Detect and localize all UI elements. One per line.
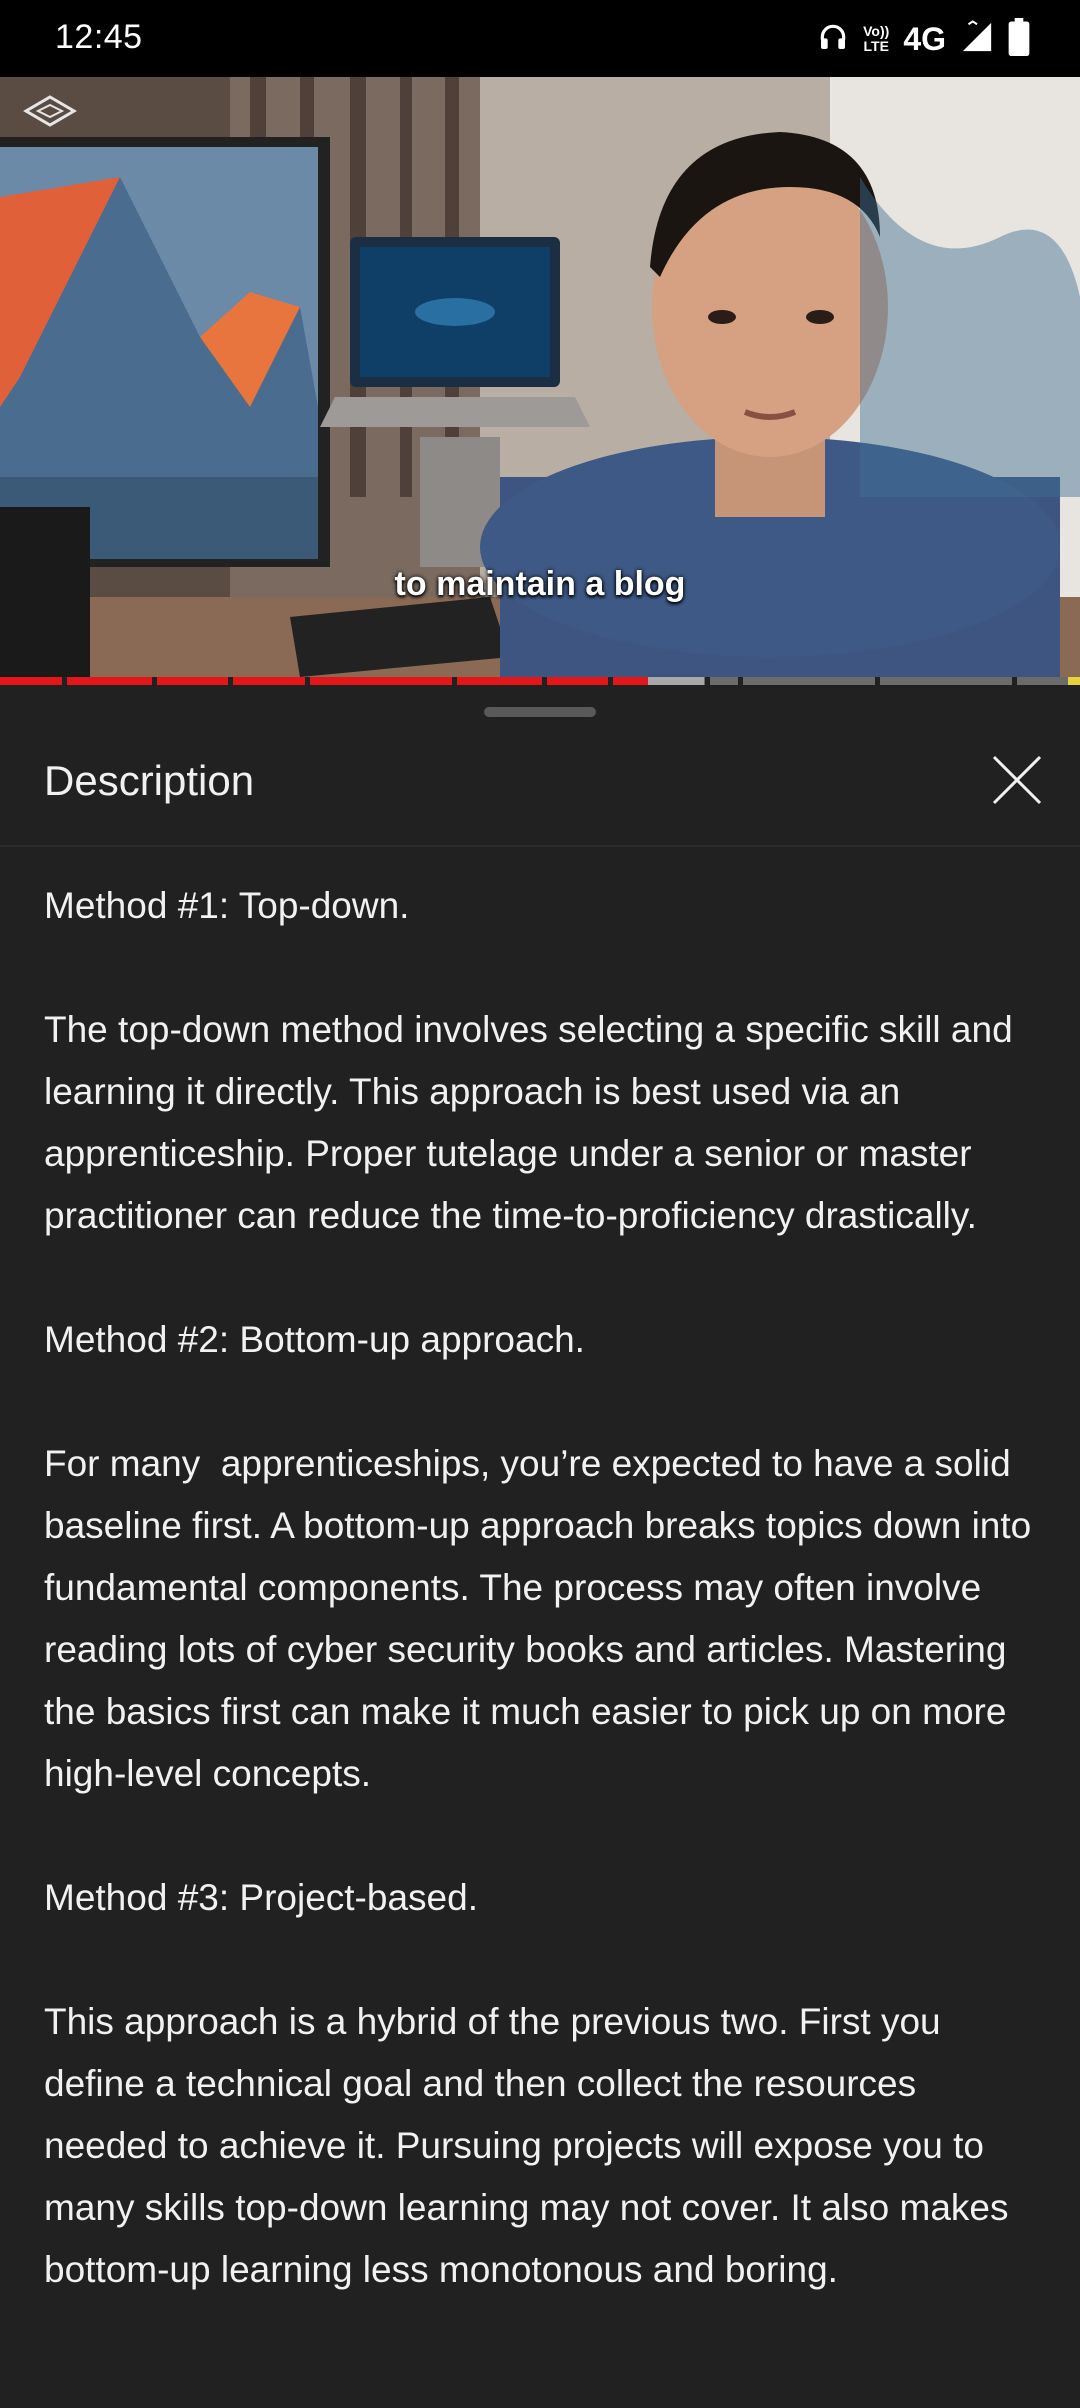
- chapter-marker: [1012, 677, 1017, 685]
- chapter-marker: [62, 677, 67, 685]
- progress-buffered: [648, 677, 704, 685]
- video-progress-bar[interactable]: [0, 677, 1080, 685]
- network-type: 4G: [903, 20, 946, 57]
- video-caption: to maintain a blog: [394, 565, 686, 603]
- chapter-marker: [452, 677, 457, 685]
- description-text: Method #1: Top-down. The top-down method…: [44, 875, 1044, 2363]
- chapter-marker: [152, 677, 157, 685]
- signal-icon: [960, 19, 994, 59]
- close-button[interactable]: [986, 749, 1048, 811]
- chapter-marker: [738, 677, 743, 685]
- drag-handle[interactable]: [484, 707, 596, 717]
- description-paragraph: For many apprenticeships, you’re expecte…: [44, 1443, 1042, 1794]
- chapter-marker: [305, 677, 310, 685]
- progress-played: [0, 677, 648, 685]
- chapter-marker: [875, 677, 880, 685]
- description-paragraph: This approach is a hybrid of the previou…: [44, 2001, 1019, 2290]
- chapter-marker: [705, 677, 710, 685]
- progress-end-marker: [1068, 677, 1080, 685]
- sheet-header: Description: [0, 725, 1080, 847]
- volte-line2: LTE: [863, 38, 889, 54]
- chapter-marker: [542, 677, 547, 685]
- chapter-marker: [608, 677, 613, 685]
- description-paragraph: Method #1: Top-down.: [44, 885, 410, 926]
- description-paragraph: The top-down method involves selecting a…: [44, 1009, 1023, 1236]
- battery-icon: [1008, 17, 1030, 61]
- description-sheet: Description Method #1: Top-down. The top…: [0, 687, 1080, 2408]
- sheet-title: Description: [44, 757, 255, 804]
- status-time: 12:45: [55, 18, 143, 56]
- description-paragraph: Method #2: Bottom-up approach.: [44, 1319, 585, 1360]
- chapter-marker: [228, 677, 233, 685]
- close-icon: [992, 755, 1042, 805]
- status-bar: 12:45 Vo)) LTE 4G: [0, 0, 1080, 77]
- status-icons: Vo)) LTE 4G: [817, 14, 1030, 64]
- video-player[interactable]: to maintain a blog: [0, 77, 1080, 685]
- description-paragraph: Method #3: Project-based.: [44, 1877, 478, 1918]
- headphones-icon: [817, 21, 849, 58]
- volte-line1: Vo)): [863, 23, 890, 39]
- volte-icon: Vo)) LTE: [863, 24, 889, 54]
